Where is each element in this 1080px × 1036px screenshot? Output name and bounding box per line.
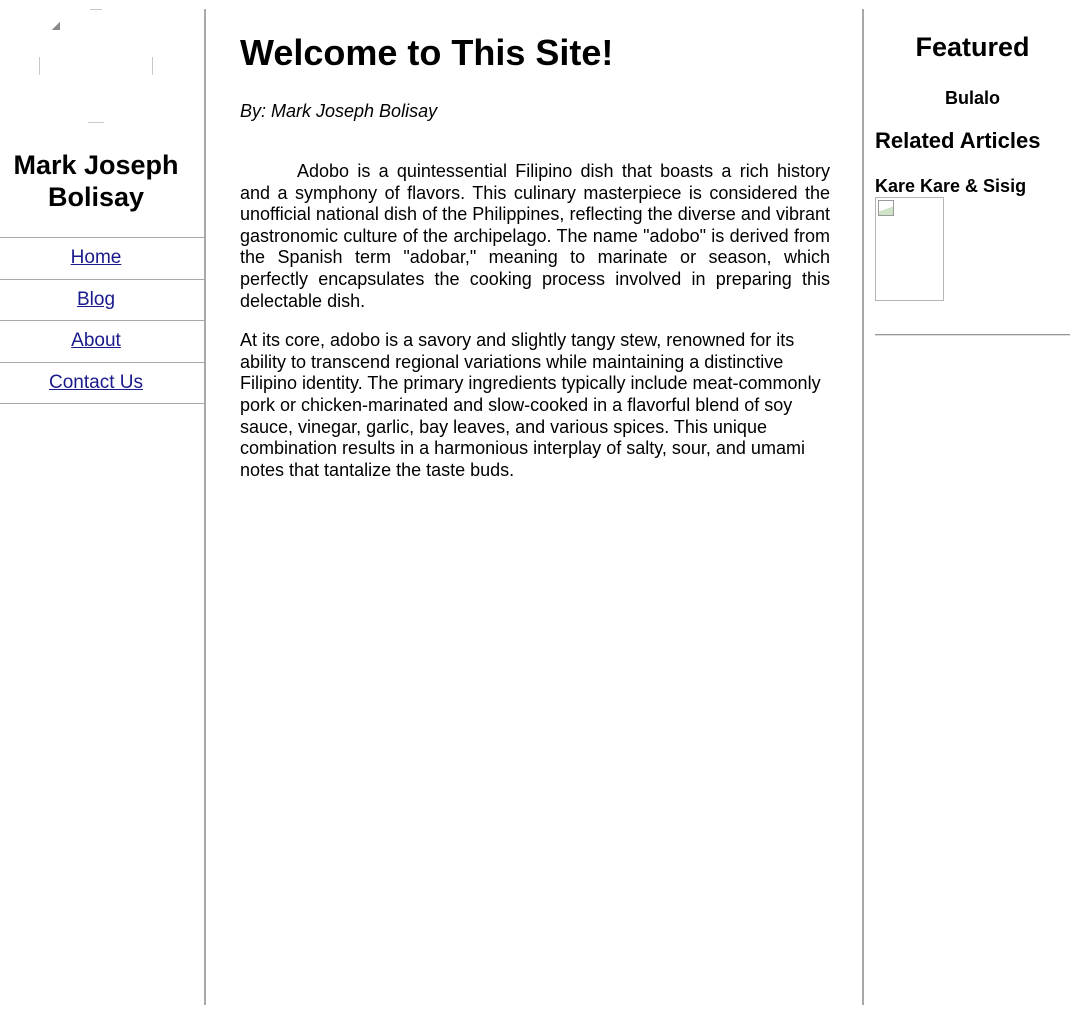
page: Mark Joseph Bolisay Home Blog About Cont… [0, 0, 1080, 1036]
page-title: Welcome to This Site! [240, 32, 614, 73]
nav-link-blog[interactable]: Blog [77, 289, 115, 310]
nav-link-contact-us[interactable]: Contact Us [49, 372, 143, 393]
broken-image-icon [52, 22, 60, 30]
article-paragraph: At its core, adobo is a savory and sligh… [240, 330, 821, 480]
main-nav: Home Blog About Contact Us [0, 237, 204, 404]
logo-frame-bottom [88, 122, 104, 123]
right-sidebar: Featured Bulalo Related Articles Kare Ka… [875, 9, 1070, 1005]
logo-frame-top [90, 9, 102, 10]
nav-link-about[interactable]: About [71, 330, 121, 351]
logo-frame-right [152, 57, 153, 75]
aside-divider [875, 334, 1070, 336]
article-paragraph: Adobo is a quintessential Filipino dish … [240, 161, 830, 311]
related-article-image[interactable] [875, 197, 944, 301]
nav-link-home[interactable]: Home [71, 247, 122, 268]
article-byline: By: Mark Joseph Bolisay [240, 101, 438, 121]
nav-item-blog: Blog [0, 280, 204, 321]
article-body: Adobo is a quintessential Filipino dish … [240, 161, 830, 499]
related-articles-heading: Related Articles [875, 128, 1041, 153]
featured-item[interactable]: Bulalo [875, 86, 1070, 110]
broken-image-icon [878, 200, 894, 216]
main-content: Welcome to This Site! By: Mark Joseph Bo… [206, 9, 864, 1005]
featured-heading: Featured [915, 32, 1030, 62]
left-sidebar: Mark Joseph Bolisay Home Blog About Cont… [0, 9, 206, 1005]
logo-frame-left [39, 57, 40, 75]
site-logo[interactable] [39, 9, 153, 123]
nav-item-about: About [0, 321, 204, 363]
site-name: Mark Joseph Bolisay [13, 150, 179, 212]
related-article-title[interactable]: Kare Kare & Sisig [875, 174, 1026, 198]
nav-item-contact: Contact Us [0, 363, 204, 404]
nav-item-home: Home [0, 238, 204, 280]
